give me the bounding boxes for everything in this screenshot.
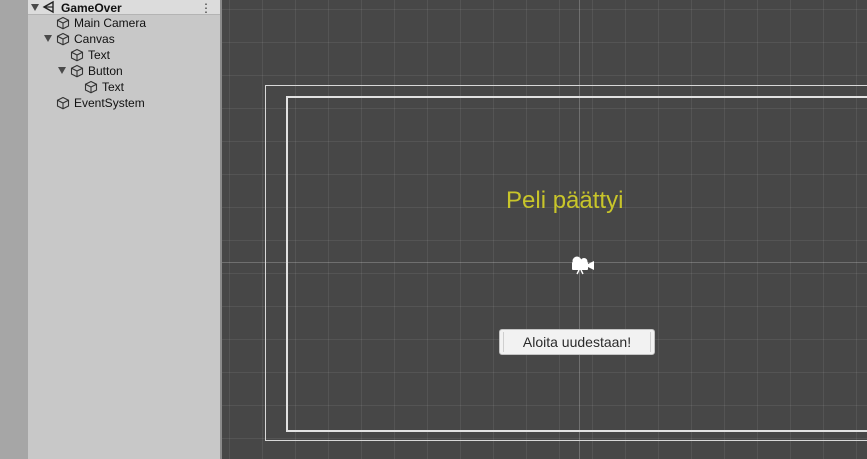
cube-icon	[56, 96, 70, 110]
camera-gizmo-icon[interactable]	[567, 253, 597, 275]
hierarchy-panel: GameOver ⋮ Main Camera Canvas Text Butto…	[28, 0, 220, 459]
cube-icon	[84, 80, 98, 94]
button-left-edge	[503, 332, 504, 352]
cube-icon	[70, 48, 84, 62]
hierarchy-item-button[interactable]: Button	[28, 63, 220, 79]
hierarchy-item-canvas[interactable]: Canvas	[28, 31, 220, 47]
hierarchy-item-main-camera[interactable]: Main Camera	[28, 15, 220, 31]
restart-button-label: Aloita uudestaan!	[522, 334, 632, 350]
scene-name: GameOver	[61, 1, 122, 15]
cube-icon	[56, 16, 70, 30]
restart-button[interactable]: Aloita uudestaan!	[499, 329, 655, 355]
scene-menu-icon[interactable]: ⋮	[200, 0, 212, 16]
hierarchy-item-button-text[interactable]: Text	[28, 79, 220, 95]
hierarchy-item-canvas-text[interactable]: Text	[28, 47, 220, 63]
fold-arrow-icon[interactable]	[31, 4, 39, 11]
scene-view[interactable]: Peli päättyi Aloita uudestaan!	[222, 0, 867, 459]
hierarchy-item-label: EventSystem	[74, 96, 145, 110]
button-right-edge	[650, 332, 651, 352]
left-gutter	[0, 0, 28, 459]
hierarchy-item-label: Text	[102, 80, 125, 94]
hierarchy-item-eventsystem[interactable]: EventSystem	[28, 95, 220, 111]
unity-scene-icon	[42, 0, 54, 14]
game-over-title-text[interactable]: Peli päättyi	[506, 185, 656, 217]
fold-arrow-icon[interactable]	[58, 67, 66, 74]
hierarchy-item-label: Canvas	[74, 32, 115, 46]
hierarchy-item-label: Text	[88, 48, 111, 62]
cube-icon	[70, 64, 84, 78]
fold-arrow-icon[interactable]	[44, 35, 52, 42]
hierarchy-scene-row[interactable]: GameOver ⋮	[28, 0, 220, 15]
hierarchy-item-label: Main Camera	[74, 16, 147, 30]
cube-icon	[56, 32, 70, 46]
hierarchy-item-label: Button	[88, 64, 123, 78]
